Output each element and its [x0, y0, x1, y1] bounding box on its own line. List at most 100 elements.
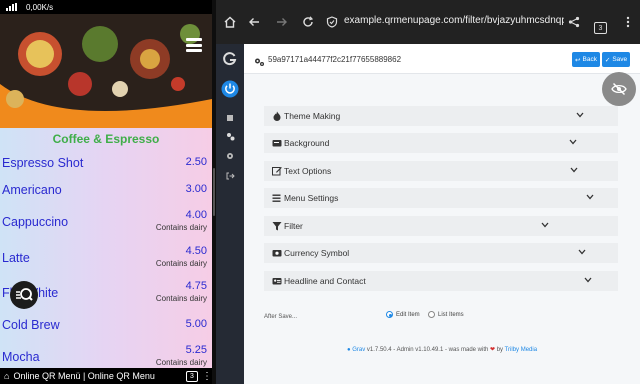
tab-count[interactable]: 3 — [186, 370, 198, 382]
reload-icon[interactable] — [300, 14, 316, 30]
section-label: Text Options — [284, 166, 332, 176]
item-note: Contains dairy — [155, 259, 207, 268]
dashboard-icon[interactable] — [216, 114, 244, 122]
grav-link[interactable]: Grav — [352, 347, 365, 353]
cogs-icon[interactable] — [216, 132, 244, 141]
card-icon — [272, 140, 282, 147]
item-id-title: 59a97171a44477f2c21f77655889862 — [268, 55, 402, 64]
section-filter[interactable]: Filter — [264, 216, 618, 236]
search-filter-icon — [16, 288, 33, 301]
cogs-icon — [254, 54, 265, 72]
section-label: Currency Symbol — [284, 248, 350, 258]
radio-label: List Items — [438, 311, 464, 318]
chevron-down-icon — [541, 222, 549, 228]
item-price: 5.25 — [185, 344, 207, 356]
settings-gear-icon[interactable] — [216, 152, 244, 160]
version-text: v1.7.50.4 - Admin v1.10.49.1 - was made … — [365, 347, 490, 353]
item-price: 5.00 — [185, 318, 207, 330]
section-label: Filter — [284, 221, 303, 231]
section-background[interactable]: Background — [264, 133, 618, 153]
radio-list-items[interactable]: List Items — [428, 311, 464, 318]
trilby-link[interactable]: Trilby Media — [505, 347, 537, 353]
category-title: Coffee & Espresso — [52, 132, 160, 146]
menu-app-pane: 0,00K/s Coffee & Espresso Espresso Shot … — [0, 0, 212, 384]
item-name: Latte — [2, 251, 30, 265]
edit-icon — [272, 167, 282, 176]
menu-list: Coffee & Espresso Espresso Shot 2.50 Ame… — [0, 128, 212, 368]
grav-logo-icon: ● — [346, 347, 351, 353]
chevron-down-icon — [578, 249, 586, 255]
item-price: 2.50 — [185, 156, 207, 168]
money-icon — [272, 250, 282, 257]
item-name: Cappuccino — [2, 215, 69, 229]
app-tab-bar: ⌂ Online QR Menü | Online QR Menu 3 ⋮ — [0, 368, 212, 384]
toggle-preview-button[interactable] — [602, 72, 636, 106]
section-label: Menu Settings — [284, 193, 339, 203]
hamburger-menu-icon[interactable] — [186, 38, 202, 52]
by-text: by — [495, 347, 505, 353]
url-field[interactable]: example.qrmenupage.com/filter/bvjazyuhmc… — [344, 15, 564, 26]
filter-icon — [272, 222, 282, 231]
section-menu-settings[interactable]: Menu Settings — [264, 188, 618, 208]
section-label: Theme Making — [284, 111, 341, 121]
food-photo — [0, 14, 212, 128]
item-name: Mocha — [2, 350, 40, 364]
home-icon[interactable]: ⌂ — [4, 371, 9, 381]
chevron-down-icon — [584, 277, 592, 283]
tab-switcher-button[interactable]: 3 — [594, 22, 607, 34]
chevron-down-icon — [586, 194, 594, 200]
item-price: 4.00 — [185, 209, 207, 221]
check-icon: ✓ — [604, 56, 611, 64]
item-price: 4.50 — [185, 245, 207, 257]
grav-logo-icon[interactable] — [216, 52, 244, 66]
hero-image — [0, 14, 212, 128]
item-name: Cold Brew — [2, 318, 60, 332]
network-speed: 0,00K/s — [26, 2, 54, 12]
back-button-label: Back — [582, 56, 597, 63]
item-note: Contains dairy — [155, 294, 207, 303]
share-icon[interactable] — [566, 14, 582, 30]
logout-icon[interactable] — [216, 172, 244, 180]
save-button-label: Save — [612, 56, 628, 63]
browser-pane: example.qrmenupage.com/filter/bvjazyuhmc… — [216, 0, 640, 384]
back-button[interactable]: ↩ Back — [572, 52, 600, 67]
screen: 0,00K/s Coffee & Espresso Espresso Shot … — [0, 0, 640, 384]
chevron-down-icon — [576, 112, 584, 118]
browser-toolbar: example.qrmenupage.com/filter/bvjazyuhmc… — [216, 0, 640, 44]
item-price: 4.75 — [185, 280, 207, 292]
forward-arrow-icon[interactable] — [274, 14, 290, 30]
item-note: Contains dairy — [155, 223, 207, 232]
browser-menu-icon[interactable] — [620, 14, 636, 30]
section-headline-contact[interactable]: Headline and Contact — [264, 271, 618, 291]
signal-icon — [6, 3, 20, 11]
editor-header: 59a97171a44477f2c21f77655889862 ↩ Back ✓… — [244, 44, 640, 74]
admin-footer: ● Grav v1.7.50.4 - Admin v1.10.49.1 - wa… — [244, 346, 640, 353]
fire-icon — [273, 111, 281, 121]
site-info-icon[interactable] — [324, 14, 340, 30]
item-name: Americano — [2, 183, 62, 197]
back-arrow-icon[interactable] — [246, 14, 262, 30]
admin-sidebar — [216, 44, 244, 384]
search-filter-button[interactable] — [10, 281, 38, 309]
radio-edit-item[interactable]: Edit Item — [386, 311, 420, 318]
reply-icon: ↩ — [575, 56, 581, 64]
section-label: Headline and Contact — [284, 276, 366, 286]
item-note: Contains dairy — [155, 358, 207, 367]
contact-card-icon — [272, 278, 282, 285]
radio-label: Edit Item — [396, 311, 420, 318]
more-options-icon[interactable]: ⋮ — [202, 371, 212, 382]
radio-checked-icon — [386, 311, 393, 318]
chevron-down-icon — [569, 139, 577, 145]
home-icon[interactable] — [222, 14, 238, 30]
section-text-options[interactable]: Text Options — [264, 161, 618, 181]
item-name: Espresso Shot — [2, 156, 84, 170]
save-button[interactable]: ✓ Save — [602, 52, 630, 67]
tab-title[interactable]: Online QR Menü | Online QR Menu — [13, 371, 182, 381]
item-price: 3.00 — [185, 183, 207, 195]
section-label: Background — [284, 138, 330, 148]
power-icon[interactable] — [216, 80, 244, 98]
chevron-down-icon — [570, 167, 578, 173]
section-theme-making[interactable]: Theme Making — [264, 106, 618, 126]
section-currency-symbol[interactable]: Currency Symbol — [264, 243, 618, 263]
status-bar: 0,00K/s — [0, 0, 212, 14]
